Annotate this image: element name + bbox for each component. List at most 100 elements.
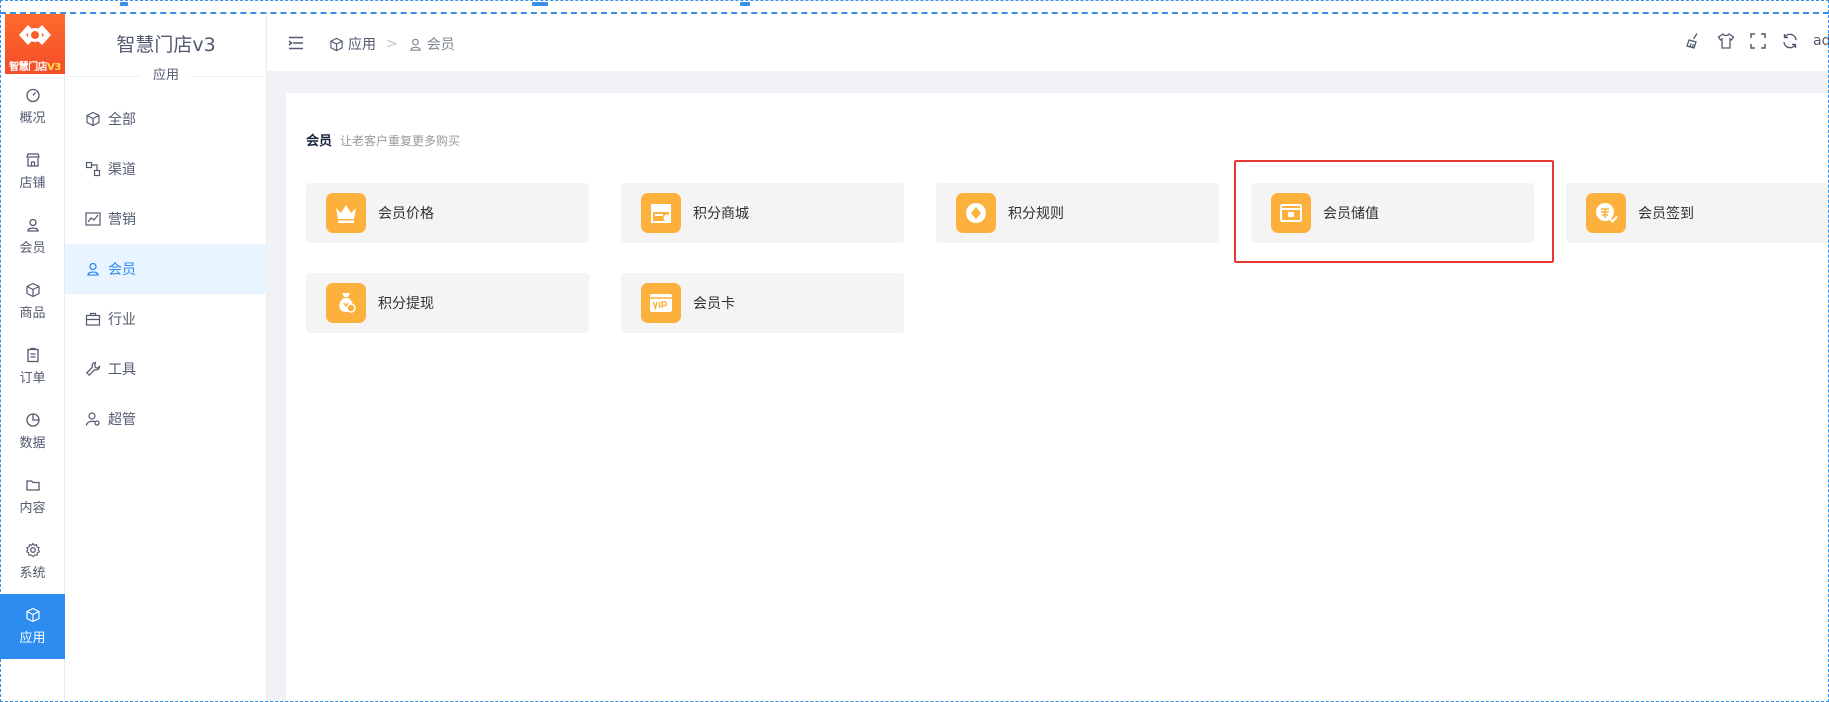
channel-icon xyxy=(85,161,101,177)
sidebar-item-admin[interactable]: 超管 xyxy=(65,394,267,444)
breadcrumb-item-member: 会员 xyxy=(426,37,455,53)
user-name[interactable]: ad xyxy=(1813,33,1829,49)
logo-text: 智慧门店V3 xyxy=(9,62,61,73)
user-icon xyxy=(87,262,99,276)
group-subtitle: 让老客户重复更多购买 xyxy=(340,134,461,148)
money-bag-icon xyxy=(339,293,356,313)
rail-item-goods[interactable]: 商品 xyxy=(0,269,65,334)
sign-in-icon xyxy=(1596,203,1618,223)
dashboard-icon xyxy=(25,88,40,103)
rail-item-label: 系统 xyxy=(19,566,46,581)
app-logo[interactable]: 智慧门店V3 xyxy=(5,14,65,74)
icon-rail: 智慧门店V3 概况 店铺 会员 商品 订单 数据 内容 系统 应用 xyxy=(0,14,65,702)
menu-toggle-icon[interactable] xyxy=(287,34,305,52)
broom-icon[interactable] xyxy=(1685,32,1703,50)
top-dashed-strip xyxy=(0,0,1829,14)
app-icon-wrap xyxy=(326,283,366,323)
rail-item-overview[interactable]: 概况 xyxy=(0,74,65,139)
pie-chart-icon xyxy=(25,413,40,427)
user-icon xyxy=(409,38,421,51)
fullscreen-icon[interactable] xyxy=(1749,32,1767,50)
clipboard-icon xyxy=(26,347,39,363)
breadcrumb-item-apps[interactable]: 应用 xyxy=(348,34,376,54)
gear-icon xyxy=(25,542,40,558)
rail-item-label: 商品 xyxy=(19,306,46,321)
folder-icon xyxy=(25,480,40,491)
store-icon xyxy=(25,153,40,167)
header-tools: ad xyxy=(1685,32,1829,50)
app-sidebar: 智慧门店v3 应用 全部 渠道 营销 会员 行业 工具 超管 xyxy=(65,14,267,702)
vip-card-icon xyxy=(650,294,672,312)
sidebar-item-all[interactable]: 全部 xyxy=(65,94,267,144)
rail-item-apps[interactable]: 应用 xyxy=(0,594,65,659)
sidebar-item-label: 超管 xyxy=(108,412,136,428)
app-icon-wrap xyxy=(956,193,996,233)
box-icon xyxy=(25,607,40,623)
sidebar-section-label: 应用 xyxy=(65,64,267,88)
app-label: 会员价格 xyxy=(378,206,434,222)
app-tile-member-stored-value[interactable]: 会员储值 xyxy=(1251,183,1534,243)
crown-icon xyxy=(336,205,356,223)
content-card: 会员 让老客户重复更多购买 会员价格 积分商城 积分规则 会员储值 会员签到 积… xyxy=(286,93,1829,702)
brand-title: 智慧门店v3 xyxy=(116,34,216,56)
rail-item-label: 店铺 xyxy=(19,176,46,191)
rail-item-member[interactable]: 会员 xyxy=(0,204,65,269)
cube-icon xyxy=(86,111,100,127)
app-icon-wrap xyxy=(1271,193,1311,233)
rail-item-label: 应用 xyxy=(19,631,46,646)
sidebar-item-label: 全部 xyxy=(108,112,136,128)
rail-item-label: 概况 xyxy=(19,111,46,126)
breadcrumb: 应用 > 会员 xyxy=(329,34,455,54)
rail-item-label: 会员 xyxy=(19,241,46,256)
wrench-icon xyxy=(85,361,101,377)
app-label: 会员储值 xyxy=(1323,206,1379,222)
sidebar-item-member[interactable]: 会员 xyxy=(65,244,267,294)
app-label: 积分商城 xyxy=(693,206,749,222)
top-header: 应用 > 会员 ad xyxy=(267,14,1829,72)
card-icon xyxy=(1280,204,1302,222)
user-icon xyxy=(26,218,39,232)
rail-item-orders[interactable]: 订单 xyxy=(0,334,65,399)
rail-item-store[interactable]: 店铺 xyxy=(0,139,65,204)
admin-icon xyxy=(85,412,100,426)
sidebar-item-channel[interactable]: 渠道 xyxy=(65,144,267,194)
group-title: 会员 让老客户重复更多购买 xyxy=(306,134,461,149)
briefcase-icon xyxy=(85,312,101,326)
app-tile-member-card[interactable]: 会员卡 xyxy=(621,273,904,333)
rail-item-data[interactable]: 数据 xyxy=(0,399,65,464)
app-label: 会员卡 xyxy=(693,296,735,312)
sidebar-item-label: 会员 xyxy=(108,262,136,278)
sidebar-item-label: 工具 xyxy=(108,362,136,378)
app-label: 积分提现 xyxy=(378,296,434,312)
sidebar-item-tools[interactable]: 工具 xyxy=(65,344,267,394)
app-tile-member-price[interactable]: 会员价格 xyxy=(306,183,589,243)
cube-icon xyxy=(330,37,343,51)
shop-icon xyxy=(651,204,671,223)
sidebar-item-industry[interactable]: 行业 xyxy=(65,294,267,344)
app-icon-wrap xyxy=(641,193,681,233)
sidebar-item-marketing[interactable]: 营销 xyxy=(65,194,267,244)
app-tile-points-withdraw[interactable]: 积分提现 xyxy=(306,273,589,333)
app-tile-points-rules[interactable]: 积分规则 xyxy=(936,183,1219,243)
app-icon-wrap xyxy=(641,283,681,323)
app-icon-wrap xyxy=(1586,193,1626,233)
sidebar-item-label: 渠道 xyxy=(108,162,136,178)
app-label: 会员签到 xyxy=(1638,206,1694,222)
rail-item-label: 内容 xyxy=(19,501,46,516)
rail-item-content[interactable]: 内容 xyxy=(0,464,65,529)
rail-item-system[interactable]: 系统 xyxy=(0,529,65,594)
rail-item-label: 数据 xyxy=(19,436,46,451)
refresh-icon[interactable] xyxy=(1781,32,1799,50)
sidebar-item-label: 营销 xyxy=(108,212,136,228)
box-icon xyxy=(25,282,40,298)
shirt-icon[interactable] xyxy=(1717,32,1735,50)
logo-icon xyxy=(19,25,51,45)
rail-item-label: 订单 xyxy=(19,371,46,386)
trend-chart-icon xyxy=(85,212,101,226)
app-tile-member-sign-in[interactable]: 会员签到 xyxy=(1566,183,1829,243)
app-tile-points-mall[interactable]: 积分商城 xyxy=(621,183,904,243)
sidebar-item-label: 行业 xyxy=(108,312,136,328)
app-icon-wrap xyxy=(326,193,366,233)
breadcrumb-separator: > xyxy=(386,36,398,52)
diamond-icon xyxy=(966,203,986,223)
